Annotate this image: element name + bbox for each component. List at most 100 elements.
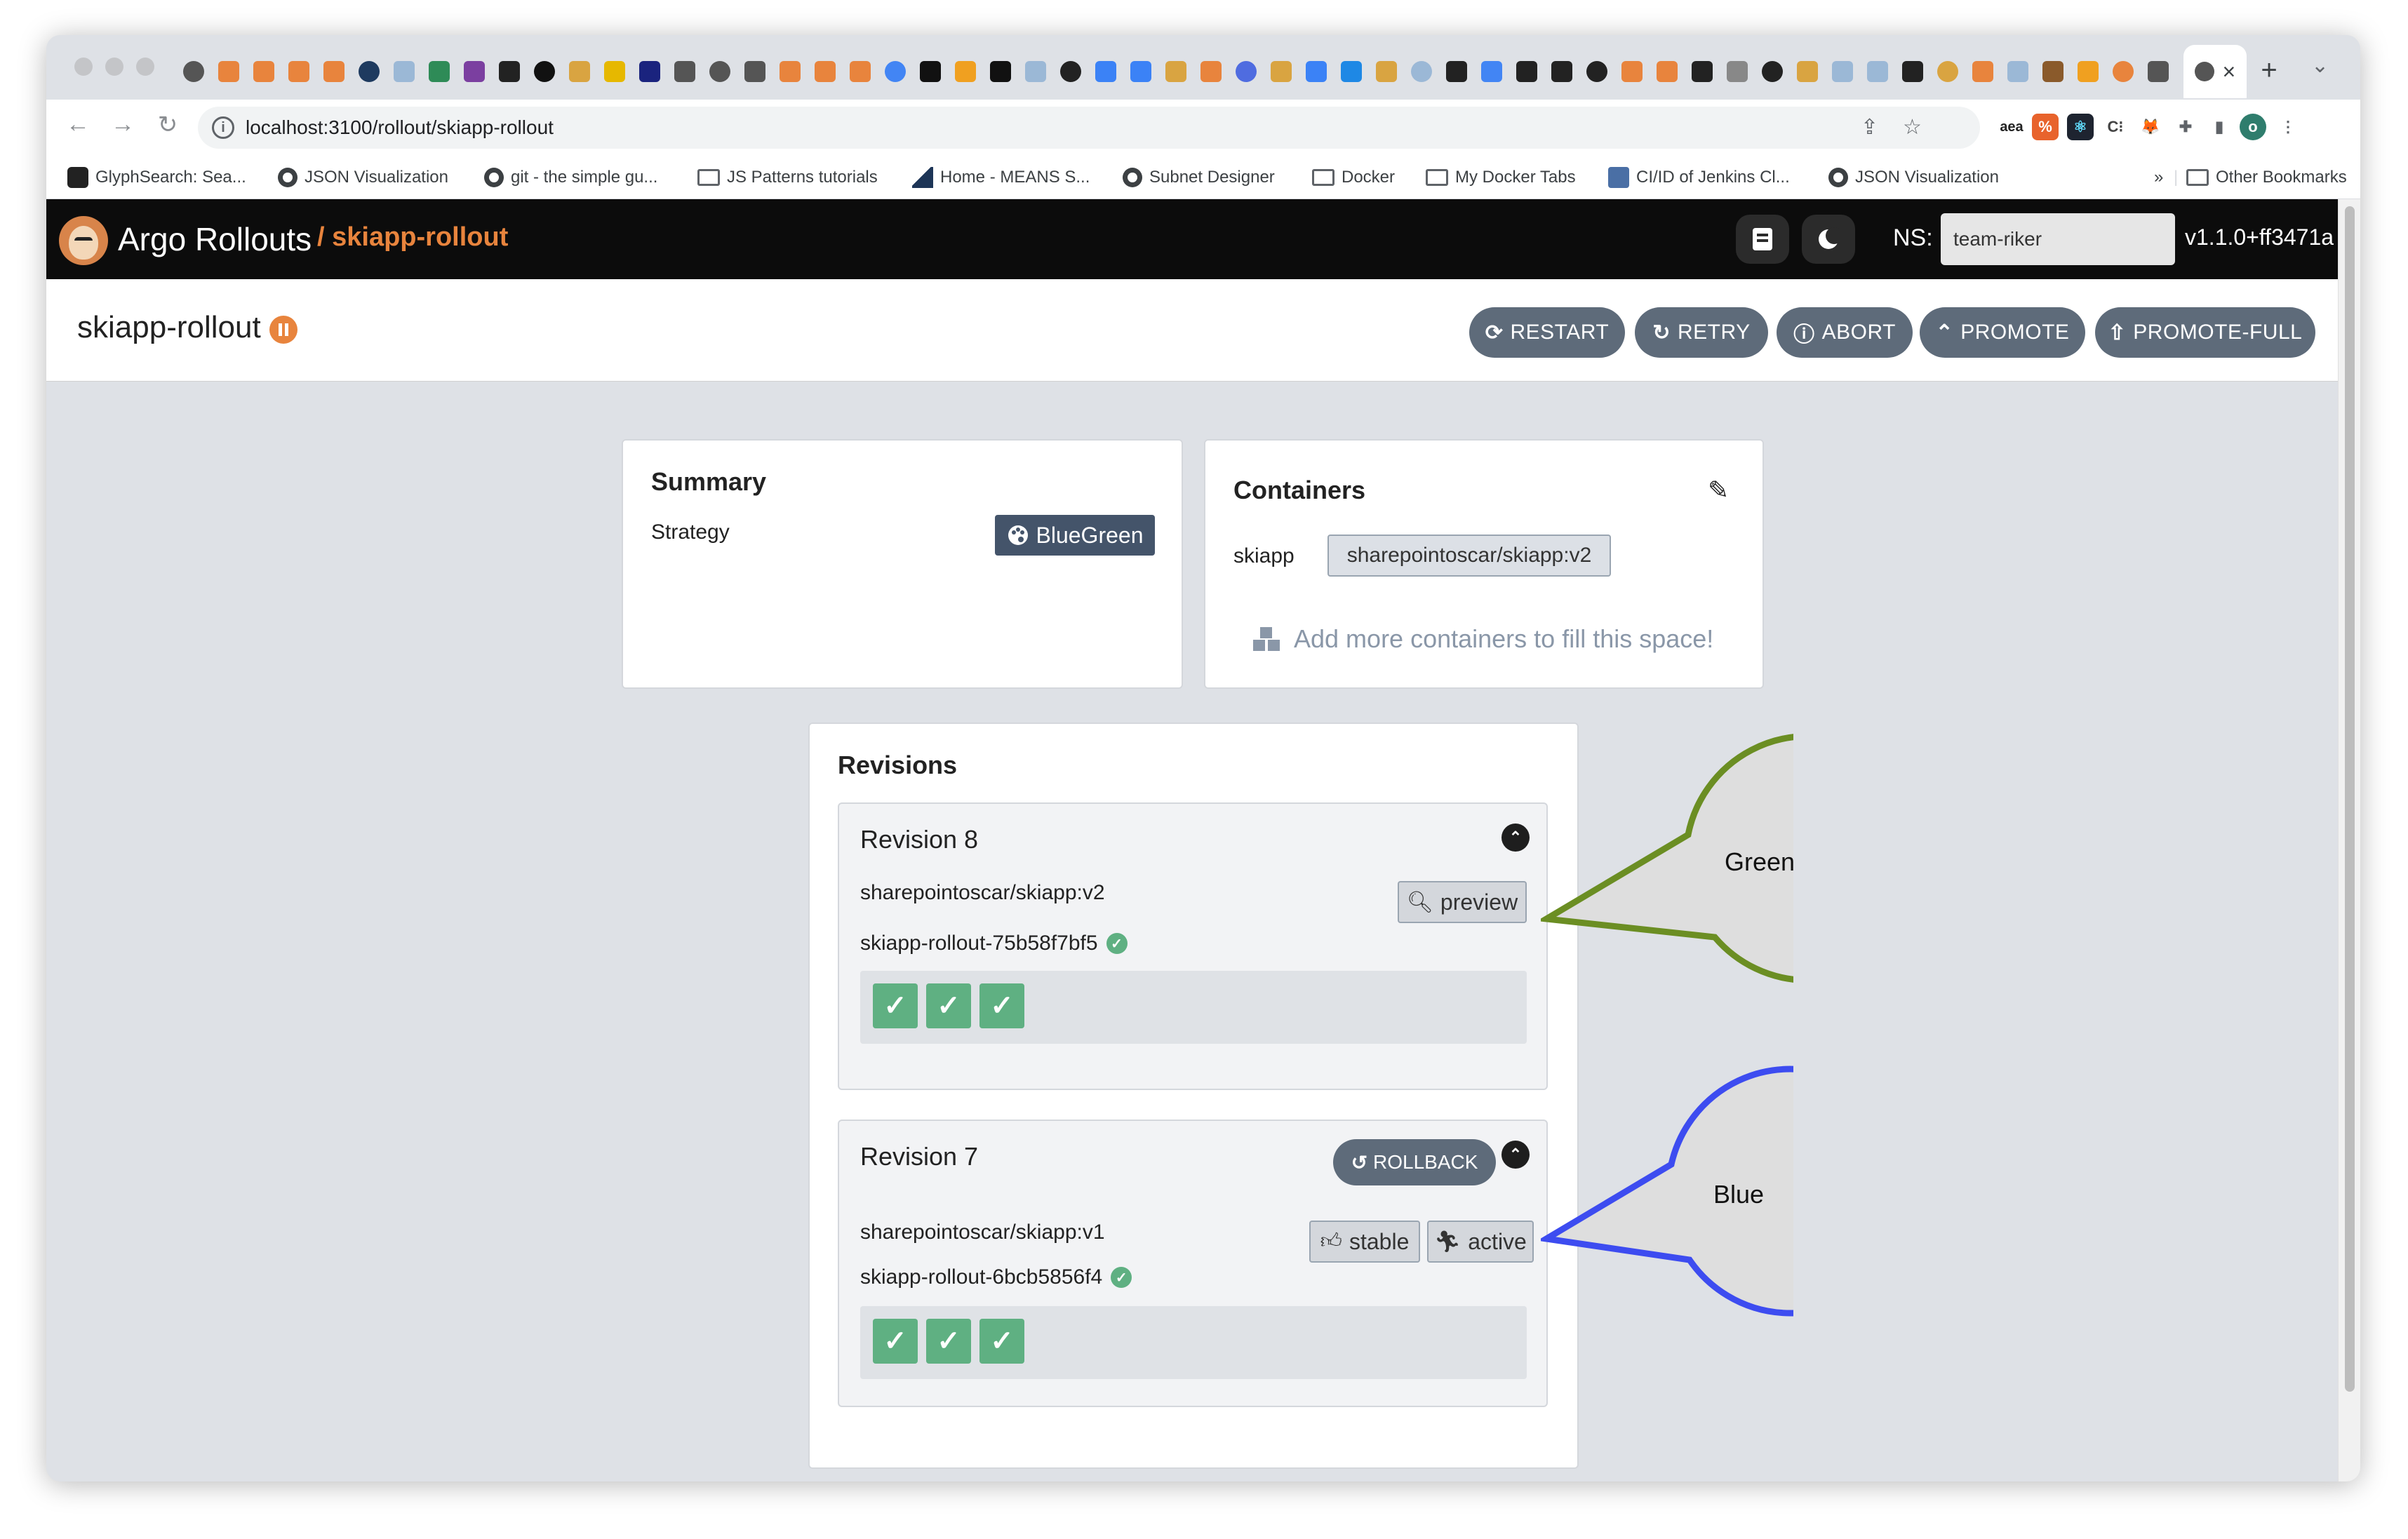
pinned-tab-favicon[interactable] <box>1793 58 1821 86</box>
active-tab[interactable]: × <box>2183 45 2247 98</box>
pinned-tab-favicon[interactable] <box>1934 58 1962 86</box>
site-info-icon[interactable]: i <box>212 116 234 139</box>
pinned-tab-favicon[interactable] <box>706 58 734 86</box>
pinned-tab-favicon[interactable] <box>846 58 874 86</box>
address-bar[interactable]: i localhost:3100/rollout/skiapp-rollout … <box>198 107 1980 149</box>
minimize-window-dot[interactable] <box>105 58 123 76</box>
other-bookmarks[interactable]: Other Bookmarks <box>2186 164 2347 191</box>
pod-healthy[interactable]: ✓ <box>979 1319 1024 1364</box>
pod-healthy[interactable]: ✓ <box>979 983 1024 1028</box>
pinned-tab-favicon[interactable] <box>1302 58 1330 86</box>
docs-button[interactable] <box>1736 215 1789 264</box>
pinned-tab-favicon[interactable] <box>636 58 664 86</box>
retry-button[interactable]: ↻ RETRY <box>1635 307 1768 358</box>
pinned-tab-favicon[interactable] <box>355 58 383 86</box>
pinned-tab-favicon[interactable] <box>1127 58 1155 86</box>
chevron-up-icon[interactable]: ⌃ <box>1501 824 1530 852</box>
bookmark-folder[interactable]: Docker <box>1312 164 1395 191</box>
pinned-tab-favicon[interactable] <box>180 58 208 86</box>
bookmark-item[interactable]: Home - MEANS S... <box>912 164 1090 191</box>
pinned-tab-favicon[interactable] <box>320 58 348 86</box>
bookmark-item[interactable]: CI/ID of Jenkins Cl... <box>1608 164 1790 191</box>
pinned-tab-favicon[interactable] <box>811 58 839 86</box>
pinned-tab-favicon[interactable] <box>2039 58 2067 86</box>
pinned-tab-favicon[interactable] <box>1653 58 1681 86</box>
pinned-tab-favicon[interactable] <box>1899 58 1927 86</box>
extensions-puzzle-icon[interactable]: ✚ <box>2172 114 2199 140</box>
profile-avatar[interactable]: o <box>2240 114 2266 140</box>
bookmarks-overflow[interactable]: » <box>2154 164 2163 191</box>
chevron-up-icon[interactable]: ⌃ <box>1501 1141 1530 1169</box>
promote-full-button[interactable]: ⇧ PROMOTE-FULL <box>2095 307 2315 358</box>
browser-menu-icon[interactable]: ⋮ <box>2275 114 2301 140</box>
pinned-tab-favicon[interactable] <box>881 58 909 86</box>
scrollbar-thumb[interactable] <box>2345 206 2355 1392</box>
forward-icon[interactable]: → <box>105 111 140 138</box>
metamask-ext-icon[interactable]: 🦊 <box>2137 114 2164 140</box>
namespace-input[interactable] <box>1941 213 2175 265</box>
pinned-tab-favicon[interactable] <box>1162 58 1190 86</box>
pinned-tab-favicon[interactable] <box>495 58 523 86</box>
close-window-dot[interactable] <box>74 58 93 76</box>
pinned-tab-favicon[interactable] <box>390 58 418 86</box>
bookmark-item[interactable]: GlyphSearch: Sea... <box>67 164 246 191</box>
pinned-tab-favicon[interactable] <box>1864 58 1892 86</box>
tab-search-icon[interactable]: ⌄ <box>2311 53 2329 78</box>
reload-icon[interactable]: ↻ <box>150 111 185 139</box>
pinned-tab-favicon[interactable] <box>1337 58 1365 86</box>
pinned-tab-favicon[interactable] <box>2004 58 2032 86</box>
pinned-tab-favicon[interactable] <box>1443 58 1471 86</box>
pinned-tab-favicon[interactable] <box>566 58 594 86</box>
app-title[interactable]: Argo Rollouts <box>118 220 312 258</box>
pinned-tab-favicon[interactable] <box>1723 58 1751 86</box>
pinned-tab-favicon[interactable] <box>1092 58 1120 86</box>
cs-ext-icon[interactable]: C⁝ <box>2102 114 2129 140</box>
pinned-tab-favicon[interactable] <box>285 58 313 86</box>
zoom-window-dot[interactable] <box>136 58 154 76</box>
pinned-tab-favicon[interactable] <box>1758 58 1786 86</box>
bookmark-item[interactable]: Subnet Designer <box>1123 164 1275 191</box>
rollback-button[interactable]: ↺ ROLLBACK <box>1333 1139 1496 1185</box>
percent-ext-icon[interactable]: % <box>2032 114 2059 140</box>
pinned-tab-favicon[interactable] <box>601 58 629 86</box>
side-panel-icon[interactable]: ▮ <box>2206 114 2233 140</box>
pinned-tab-favicon[interactable] <box>671 58 699 86</box>
pinned-tab-favicon[interactable] <box>1513 58 1541 86</box>
bookmark-item[interactable]: git - the simple gu... <box>484 164 657 191</box>
page-scrollbar[interactable] <box>2338 199 2360 1481</box>
abort-button[interactable]: ⓘ ABORT <box>1777 307 1913 358</box>
pinned-tab-favicon[interactable] <box>1372 58 1400 86</box>
pinned-tab-favicon[interactable] <box>2074 58 2102 86</box>
restart-button[interactable]: ⟳ RESTART <box>1469 307 1625 358</box>
bookmark-item[interactable]: JSON Visualization <box>278 164 448 191</box>
pinned-tab-favicon[interactable] <box>1548 58 1576 86</box>
pod-healthy[interactable]: ✓ <box>926 1319 971 1364</box>
argo-logo[interactable] <box>59 216 108 265</box>
pod-healthy[interactable]: ✓ <box>873 983 918 1028</box>
pinned-tab-favicon[interactable] <box>250 58 278 86</box>
pencil-icon[interactable]: ✎ <box>1708 476 1729 505</box>
pinned-tab-favicon[interactable] <box>215 58 243 86</box>
pinned-tab-favicon[interactable] <box>2109 58 2137 86</box>
breadcrumb[interactable]: / skiapp-rollout <box>317 222 508 253</box>
pinned-tab-favicon[interactable] <box>741 58 769 86</box>
pinned-tab-favicon[interactable] <box>776 58 804 86</box>
pinned-tab-favicon[interactable] <box>530 58 558 86</box>
pinned-tab-favicon[interactable] <box>1478 58 1506 86</box>
pinned-tab-favicon[interactable] <box>1022 58 1050 86</box>
bookmark-folder[interactable]: My Docker Tabs <box>1426 164 1576 191</box>
pinned-tab-favicon[interactable] <box>2144 58 2172 86</box>
pinned-tab-favicon[interactable] <box>1057 58 1085 86</box>
pod-healthy[interactable]: ✓ <box>873 1319 918 1364</box>
new-tab-button[interactable]: + <box>2249 51 2289 90</box>
url-text[interactable]: localhost:3100/rollout/skiapp-rollout <box>246 116 554 139</box>
pinned-tab-favicon[interactable] <box>1969 58 1997 86</box>
pinned-tab-favicon[interactable] <box>986 58 1015 86</box>
back-icon[interactable]: ← <box>60 111 95 138</box>
pinned-tab-favicon[interactable] <box>1267 58 1295 86</box>
bookmark-folder[interactable]: JS Patterns tutorials <box>697 164 878 191</box>
pinned-tab-favicon[interactable] <box>460 58 488 86</box>
bookmark-star-icon[interactable]: ☆ <box>1903 115 1922 140</box>
pinned-tab-favicon[interactable] <box>1232 58 1260 86</box>
dark-mode-toggle[interactable] <box>1802 215 1855 264</box>
